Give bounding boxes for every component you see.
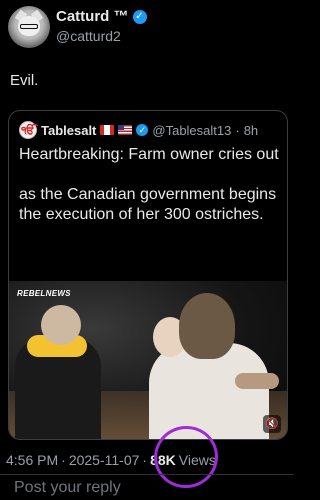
quote-text-line-2: as the Canadian government begins the ex… (19, 186, 277, 223)
quote-video[interactable]: REBELNEWS 🔇 (9, 281, 287, 439)
separator-dot: · (142, 452, 148, 468)
quoted-tweet[interactable]: ੴ Tablesalt ✓ @Tablesalt13 · 8h Heartbre… (8, 110, 288, 440)
quote-text: Heartbreaking: Farm owner cries out as t… (19, 145, 281, 225)
views-label: Views (178, 452, 216, 468)
author-display-name[interactable]: Catturd ™ (56, 8, 129, 25)
quote-text-line-1: Heartbreaking: Farm owner cries out (19, 146, 279, 163)
post-metadata: 4:56 PM · 2025-11-07 · 88K Views (6, 452, 292, 468)
divider (0, 474, 294, 475)
post-time[interactable]: 4:56 PM (6, 452, 58, 468)
speaker-muted-icon[interactable]: 🔇 (263, 415, 281, 433)
person-head (41, 305, 81, 345)
quote-header: ੴ Tablesalt ✓ @Tablesalt13 · 8h (19, 121, 258, 139)
verified-badge-icon: ✓ (136, 124, 149, 136)
quote-time[interactable]: 8h (244, 123, 258, 138)
video-person-left (15, 305, 101, 439)
author-handle[interactable]: @catturd2 (56, 28, 121, 44)
quote-author-avatar[interactable]: ੴ (19, 121, 37, 139)
author-name-row: Catturd ™ ✓ (56, 8, 147, 25)
avatar-glasses (20, 24, 38, 29)
reply-input[interactable]: Post your reply (14, 479, 121, 497)
separator-dot: · (235, 122, 240, 138)
video-person-right (139, 293, 279, 439)
separator-dot: · (61, 452, 66, 468)
quote-author-name[interactable]: Tablesalt (41, 123, 96, 138)
author-avatar[interactable] (8, 6, 50, 48)
usa-flag-icon (118, 125, 133, 135)
post-date[interactable]: 2025-11-07 (69, 452, 140, 468)
rebel-news-logo: REBELNEWS (17, 289, 71, 298)
tweet-header: Catturd ™ ✓ @catturd2 (0, 0, 294, 56)
views-count[interactable]: 88K (150, 452, 176, 468)
person-hair (179, 293, 235, 359)
canada-flag-icon (100, 125, 115, 135)
person-arm (235, 373, 279, 389)
tweet-text: Evil. (10, 72, 39, 89)
verified-badge-icon: ✓ (132, 9, 147, 24)
quote-author-handle[interactable]: @Tablesalt13 (152, 123, 231, 138)
